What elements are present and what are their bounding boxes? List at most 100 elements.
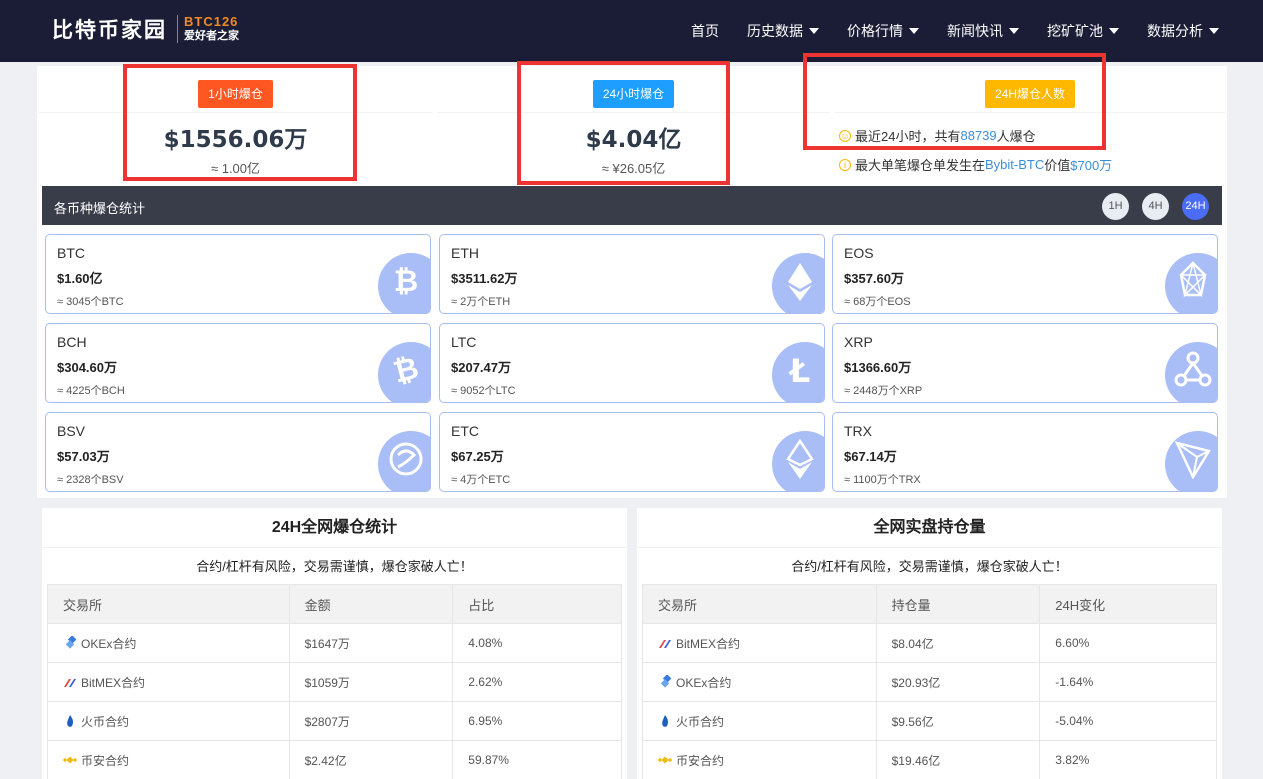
coin-card-bch[interactable]: BCH $304.60万 ≈ 4225个BCH ₿ [45,323,431,403]
exchange-cell[interactable]: 币安合约 [642,740,877,779]
exchange-name: 火币合约 [81,714,130,729]
exchange-name: OKEx合约 [676,675,732,690]
exchange-cell[interactable]: 火币合约 [47,701,290,741]
exchange-name: OKEx合约 [81,636,137,651]
liquidation-stats-panel: 24H全网爆仓统计 合约/杠杆有风险，交易需谨慎，爆仓家破人亡！ 交易所 金额 … [42,508,627,779]
timeframe-24h-button[interactable]: 24H [1182,193,1209,220]
coin-card-eth[interactable]: ETH $3511.62万 ≈ 2万个ETH [439,234,825,314]
coin-usd: $3511.62万 [451,271,518,286]
badge-people: 24H爆仓人数 [984,80,1075,108]
people-count: 88739 [960,128,997,143]
exchange-cell[interactable]: BitMEX合约 [47,662,290,702]
site-logo[interactable]: 比特币家园 BTC126 爱好者之家 [52,14,239,44]
coin-card-etc[interactable]: ETC $67.25万 ≈ 4万个ETC [439,412,825,492]
table-row: BitMEX合约 $1059万 2.62% [47,662,622,702]
logo-slogan: 爱好者之家 [184,30,239,42]
coin-usd: $1.60亿 [57,271,103,286]
table-row: 火币合约 $9.56亿 -5.04% [642,701,1217,741]
table-header-row: 交易所 持仓量 24H变化 [642,584,1217,624]
nav-mining-pool[interactable]: 挖矿矿池 [1047,21,1119,41]
timeframe-4h-button[interactable]: 4H [1142,193,1169,220]
eos-icon [1165,253,1217,313]
table-row: 火币合约 $2807万 6.95% [47,701,622,741]
nav-label: 历史数据 [747,23,803,39]
huobi-icon [67,715,74,727]
binance-icon [63,756,77,764]
table-row: OKEx合约 $1647万 4.08% [47,623,622,663]
panel-title: 全网实盘持仓量 [637,508,1222,548]
svg-text:₿: ₿ [390,350,423,390]
ratio-cell: 4.08% [452,623,622,663]
bsv-icon [378,431,430,491]
ethereum-icon [772,253,824,313]
bitmex-icon [64,679,76,687]
bitcoin-icon: ₿ [378,253,430,313]
coin-card-btc[interactable]: BTC $1.60亿 ≈ 3045个BTC ₿ [45,234,431,314]
exchange-name: 币安合约 [81,753,130,768]
table-row: 币安合约 $19.46亿 3.82% [642,740,1217,779]
coin-card-trx[interactable]: TRX $67.14万 ≈ 1100万个TRX [832,412,1218,492]
chevron-down-icon [1209,28,1219,34]
litecoin-icon: Ł [772,342,824,402]
divider [39,112,432,113]
logo-divider [177,15,178,43]
exchange-cell[interactable]: 火币合约 [642,701,877,741]
smile-icon: ☺ [839,129,851,142]
chevron-down-icon [809,28,819,34]
column-header: 金额 [288,584,454,624]
exchange-name: BitMEX合约 [81,675,146,690]
nav-home[interactable]: 首页 [691,21,719,41]
sub-1h: ≈ 1.00亿 [210,161,261,176]
exchange-cell[interactable]: 币安合约 [47,740,290,779]
change-cell: 3.82% [1039,740,1217,779]
logo-subtitle: BTC126 爱好者之家 [184,15,239,43]
column-header: 占比 [452,584,622,624]
nav-history-data[interactable]: 历史数据 [747,21,819,41]
coin-card-xrp[interactable]: XRP $1366.60万 ≈ 2448万个XRP [832,323,1218,403]
exchange-name: 火币合约 [676,714,725,729]
coin-amount: ≈ 2万个ETH [451,296,511,308]
timeframe-1h-button[interactable]: 1H [1102,193,1129,220]
nav-data-analysis[interactable]: 数据分析 [1147,21,1219,41]
okex-icon [660,675,672,688]
coin-stats-header: 各币种爆仓统计 1H 4H 24H [42,186,1222,225]
coin-card-eos[interactable]: EOS $357.60万 ≈ 68万个EOS [832,234,1218,314]
coin-card-bsv[interactable]: BSV $57.03万 ≈ 2328个BSV [45,412,431,492]
exchange-cell[interactable]: OKEx合约 [47,623,290,663]
coin-name: XRP [844,334,873,350]
nav-price-quotes[interactable]: 价格行情 [847,21,919,41]
coin-card-ltc[interactable]: LTC $207.47万 ≈ 9052个LTC Ł [439,323,825,403]
column-header: 交易所 [642,584,877,624]
open-interest-panel: 全网实盘持仓量 合约/杠杆有风险，交易需谨慎，爆仓家破人亡！ 交易所 持仓量 2… [637,508,1222,779]
amount-cell: $1647万 [288,623,454,663]
amount-cell: $1059万 [288,662,454,702]
coin-liquidation-section: 各币种爆仓统计 1H 4H 24H BTC $1.60亿 ≈ 3045个BTC … [37,186,1227,498]
chevron-down-icon [909,28,919,34]
risk-warning: 合约/杠杆有风险，交易需谨慎，爆仓家破人亡！ [791,559,1068,574]
nav-label: 新闻快讯 [947,23,1003,39]
risk-warning: 合约/杠杆有风险，交易需谨慎，爆仓家破人亡！ [196,559,473,574]
nav-label: 挖矿矿池 [1047,23,1103,39]
change-cell: -1.64% [1039,662,1217,702]
coin-usd: $1366.60万 [844,360,912,375]
amount-cell: $2.42亿 [288,740,454,779]
text: 最大单笔爆仓单发生在 [855,158,986,173]
largest-value: $700万 [1070,158,1113,173]
coin-amount: ≈ 4225个BCH [57,385,125,397]
amount-cell: $20.93亿 [875,662,1041,702]
largest-exchange-link[interactable]: Bybit-BTC [985,157,1044,172]
coin-name: EOS [844,245,874,261]
okex-icon [65,636,77,649]
nav-news[interactable]: 新闻快讯 [947,21,1019,41]
column-header: 持仓量 [875,584,1041,624]
bitmex-icon [659,640,671,648]
coin-amount: ≈ 3045个BTC [57,296,124,308]
coin-amount: ≈ 2448万个XRP [844,385,923,397]
people-count-line: ☺ 最近24小时，共有 88739 人爆仓 [839,126,1036,145]
section-title: 各币种爆仓统计 [54,201,146,216]
exchange-cell[interactable]: OKEx合约 [642,662,877,702]
coin-amount: ≈ 1100万个TRX [844,474,921,486]
exchange-cell[interactable]: BitMEX合约 [642,623,877,663]
change-cell: 6.60% [1039,623,1217,663]
summary-1h: 1小时爆仓 $1556.06万 ≈ 1.00亿 [39,66,432,182]
